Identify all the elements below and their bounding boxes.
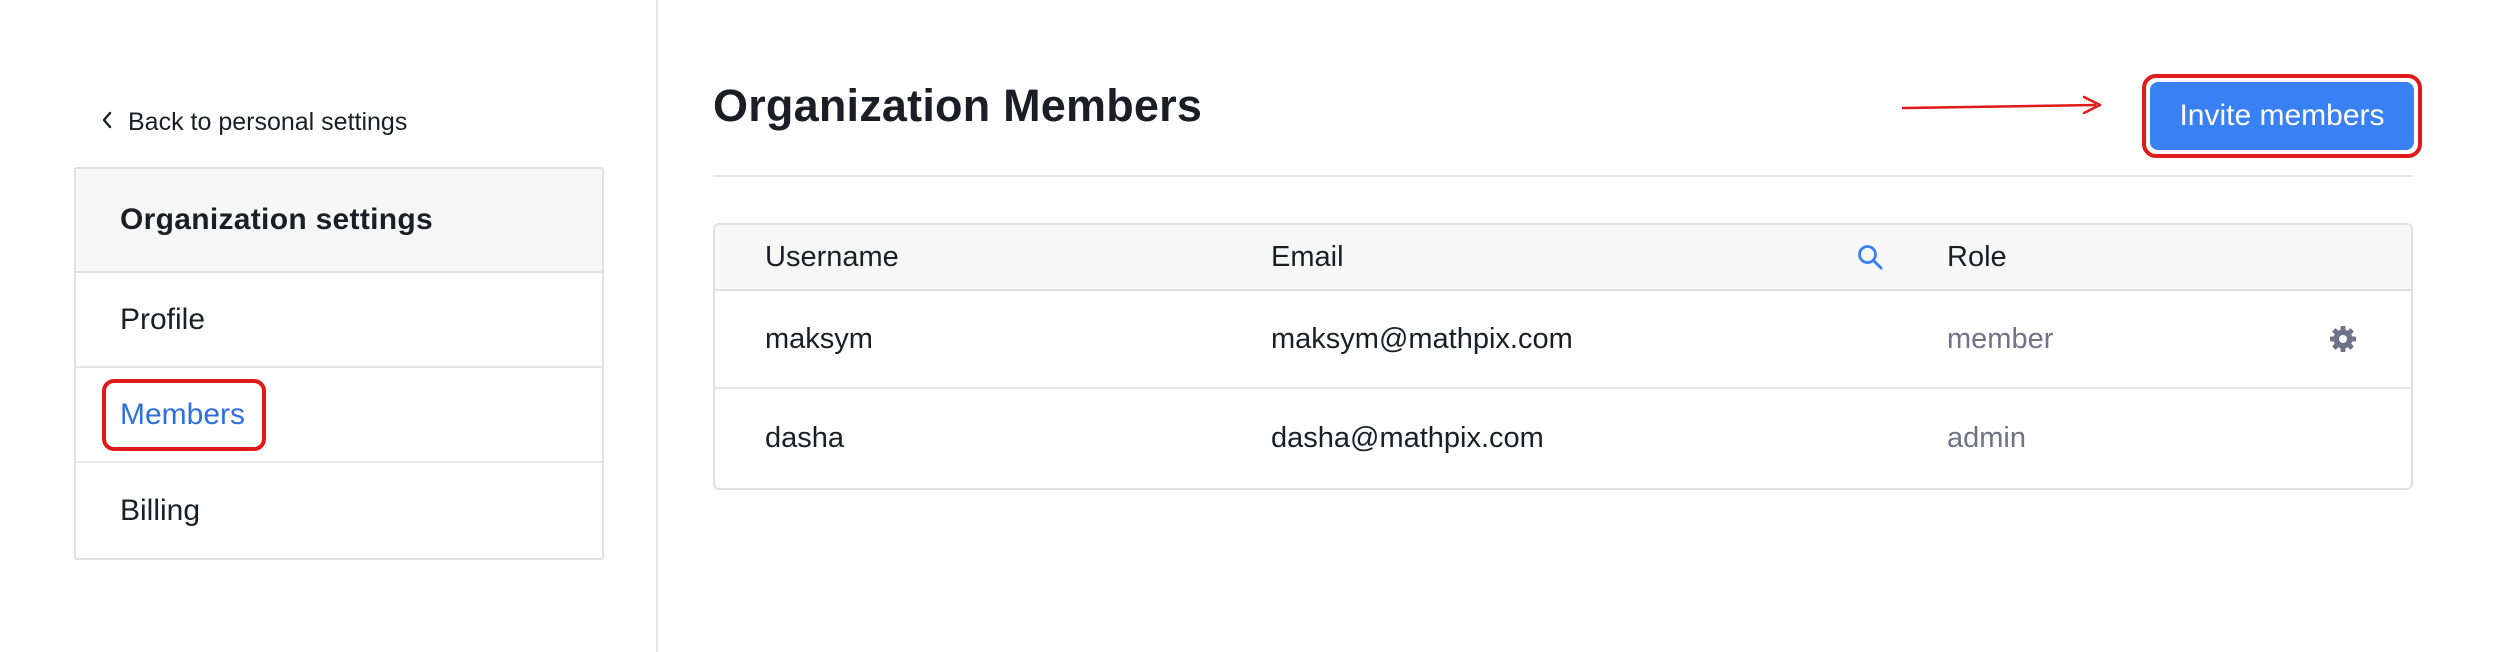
row-role: admin <box>1947 421 2026 454</box>
sidebar-item-billing[interactable]: Billing <box>76 463 602 558</box>
chevron-left-icon <box>100 108 114 137</box>
sidebar-item-profile[interactable]: Profile <box>76 273 602 368</box>
row-role: member <box>1947 322 2054 355</box>
organization-settings-card: Organization settings Profile Members Bi… <box>74 167 604 560</box>
members-table: Username Email Role maksym maksym@mathpi… <box>713 223 2413 490</box>
row-email: maksym@mathpix.com <box>1271 322 1573 355</box>
back-link-label: Back to personal settings <box>128 108 408 136</box>
divider <box>713 175 2413 177</box>
search-icon[interactable] <box>1855 225 1885 289</box>
row-username: dasha <box>765 421 845 454</box>
table-row: maksym maksym@mathpix.com member <box>715 291 2411 389</box>
sidebar-item-label: Profile <box>120 302 206 336</box>
annotation-arrow-icon <box>1901 95 2102 115</box>
sidebar: Back to personal settings Organization s… <box>0 0 658 652</box>
sidebar-item-label: Billing <box>120 493 201 527</box>
page-title: Organization Members <box>713 80 1203 131</box>
table-row: dasha dasha@mathpix.com admin <box>715 389 2411 487</box>
column-header-role[interactable]: Role <box>1947 225 2007 289</box>
row-email: dasha@mathpix.com <box>1271 421 1544 454</box>
column-header-email[interactable]: Email <box>1271 225 1344 289</box>
back-to-personal-settings-link[interactable]: Back to personal settings <box>100 108 407 137</box>
table-header: Username Email Role <box>715 225 2411 291</box>
gear-icon[interactable] <box>2328 291 2358 387</box>
annotation-highlight-members <box>102 379 266 451</box>
row-username: maksym <box>765 322 873 355</box>
invite-members-button[interactable]: Invite members <box>2150 82 2414 150</box>
card-title: Organization settings <box>76 169 602 273</box>
column-header-username[interactable]: Username <box>765 225 899 289</box>
sidebar-item-members[interactable]: Members <box>76 368 602 463</box>
